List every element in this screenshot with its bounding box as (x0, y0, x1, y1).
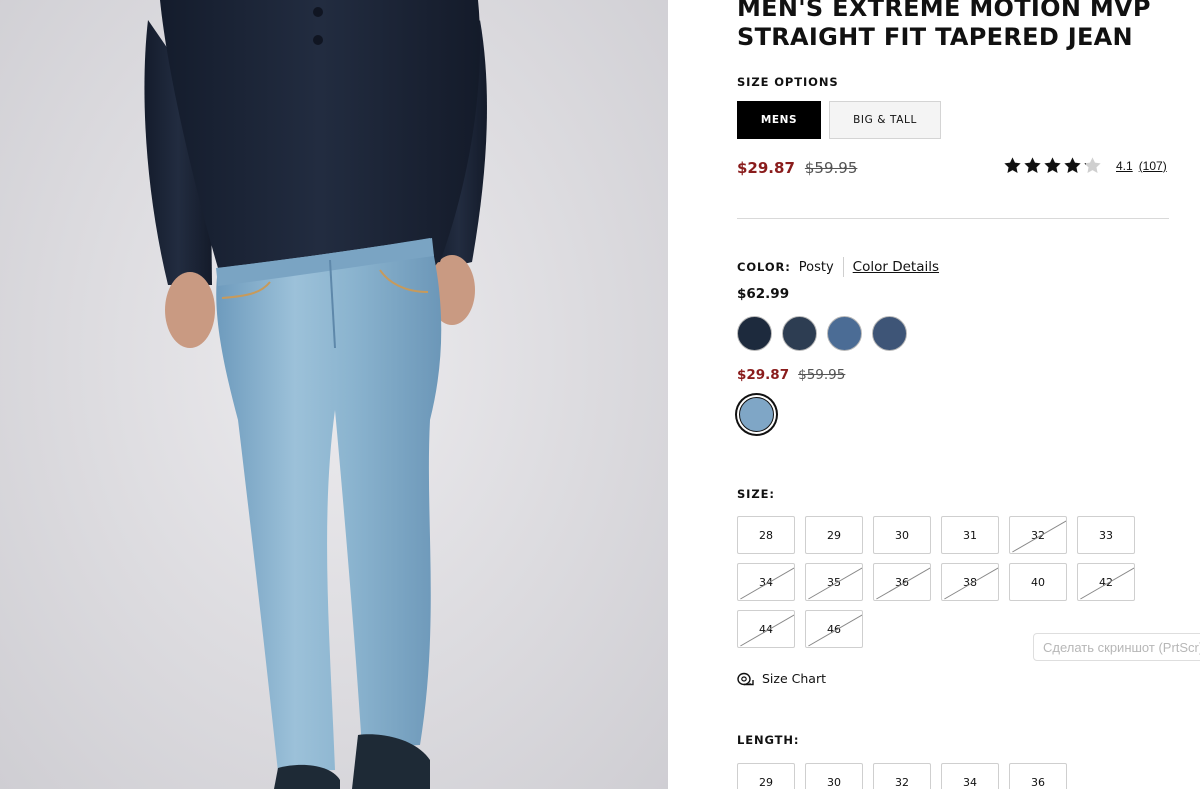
size-option-button[interactable]: 31 (941, 516, 999, 554)
review-count-link[interactable]: (107) (1139, 159, 1167, 173)
length-option-button[interactable]: 32 (873, 763, 931, 789)
color-swatch-selected[interactable] (739, 397, 774, 432)
selected-color-name: Posty (798, 259, 834, 275)
star-icon (1084, 157, 1101, 173)
length-label: LENGTH: (737, 733, 800, 747)
size-option-button[interactable]: 29 (805, 516, 863, 554)
size-option-big-tall-button[interactable]: BIG & TALL (829, 101, 941, 139)
full-price-swatches (737, 316, 907, 351)
divider (737, 218, 1169, 219)
star-icon (1004, 157, 1021, 173)
size-options-tabs: MENS BIG & TALL (737, 101, 941, 139)
size-option-button[interactable]: 40 (1009, 563, 1067, 601)
size-option-button[interactable]: 33 (1077, 516, 1135, 554)
star-icon (1024, 157, 1041, 173)
price-row: $29.87 $59.95 (737, 159, 857, 177)
sale-group-price: $29.87 (737, 367, 790, 383)
size-option-button[interactable]: 35 (805, 563, 863, 601)
size-option-button[interactable]: 36 (873, 563, 931, 601)
size-grid: 28 29 30 31 32 33 34 35 36 38 40 42 44 46 (737, 516, 1157, 648)
size-option-button[interactable]: 30 (873, 516, 931, 554)
color-row: COLOR: Posty Color Details (737, 257, 939, 277)
product-title: MEN'S EXTREME MOTION MVP STRAIGHT FIT TA… (737, 0, 1151, 51)
rating-summary[interactable]: 4.1 (107) (1003, 156, 1167, 175)
length-option-button[interactable]: 34 (941, 763, 999, 789)
rating-stars (1003, 156, 1102, 175)
color-swatch[interactable] (782, 316, 817, 351)
color-swatch[interactable] (827, 316, 862, 351)
product-details: MEN'S EXTREME MOTION MVP STRAIGHT FIT TA… (737, 0, 1200, 789)
separator (842, 257, 844, 277)
sale-group-original-price: $59.95 (798, 367, 846, 383)
sale-price-group: $29.87 $59.95 (737, 367, 845, 383)
product-image[interactable] (0, 0, 668, 789)
size-option-button[interactable]: 42 (1077, 563, 1135, 601)
size-option-button[interactable]: 38 (941, 563, 999, 601)
color-swatch[interactable] (737, 316, 772, 351)
size-option-button[interactable]: 32 (1009, 516, 1067, 554)
sale-swatches (739, 397, 774, 432)
length-option-button[interactable]: 29 (737, 763, 795, 789)
original-price: $59.95 (804, 159, 858, 177)
size-option-mens-button[interactable]: MENS (737, 101, 821, 139)
star-icon (1064, 157, 1081, 173)
size-option-button[interactable]: 34 (737, 563, 795, 601)
length-option-button[interactable]: 36 (1009, 763, 1067, 789)
color-label: COLOR: (737, 260, 791, 274)
rating-value[interactable]: 4.1 (1116, 159, 1133, 173)
size-options-label: SIZE OPTIONS (737, 75, 839, 89)
size-option-button[interactable]: 44 (737, 610, 795, 648)
color-swatch[interactable] (872, 316, 907, 351)
size-option-button[interactable]: 28 (737, 516, 795, 554)
sale-price: $29.87 (737, 159, 795, 177)
tape-measure-icon (737, 672, 754, 685)
size-chart-link[interactable]: Size Chart (737, 671, 826, 686)
size-option-button[interactable]: 46 (805, 610, 863, 648)
color-details-link[interactable]: Color Details (853, 259, 939, 275)
screenshot-hint-tooltip: Сделать скриншот (PrtScr) (1033, 633, 1200, 661)
size-label: SIZE: (737, 487, 775, 501)
full-price-group-price: $62.99 (737, 286, 790, 302)
length-option-button[interactable]: 30 (805, 763, 863, 789)
star-icon (1044, 157, 1061, 173)
size-chart-label: Size Chart (762, 671, 826, 686)
length-grid: 29 30 32 34 36 (737, 763, 1067, 789)
